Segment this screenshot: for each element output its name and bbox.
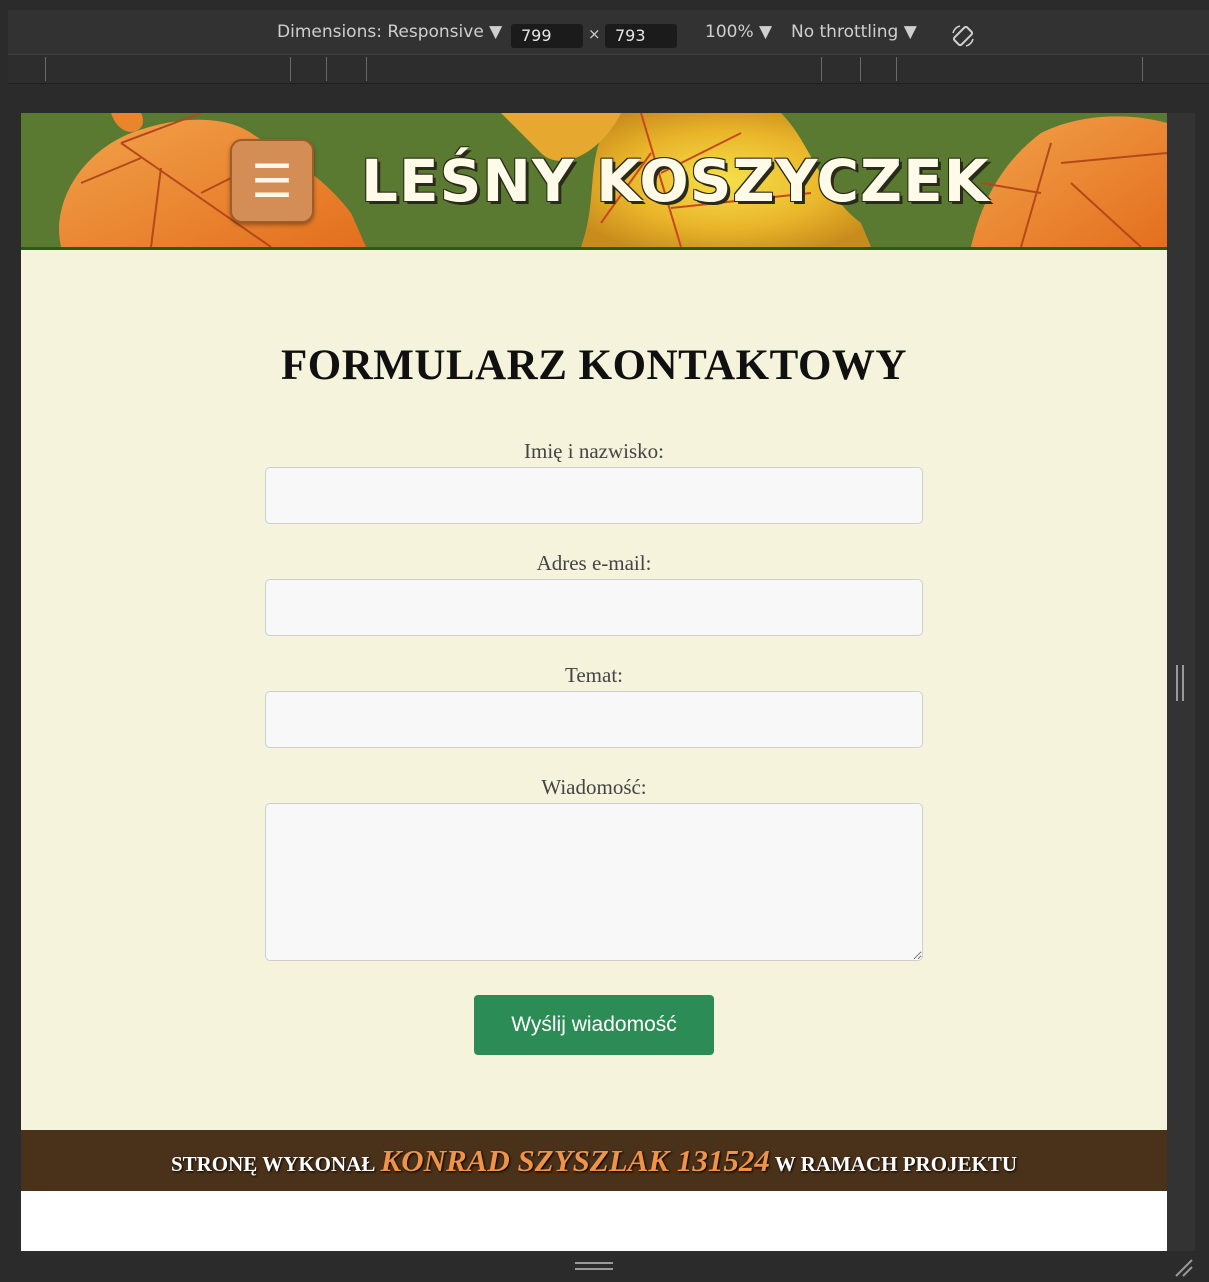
email-input[interactable] <box>265 579 923 636</box>
corner-resize-icon[interactable] <box>1172 1256 1194 1278</box>
throttling-dropdown[interactable]: No throttling ▼ <box>791 22 917 42</box>
submit-button[interactable]: Wyślij wiadomość <box>474 995 714 1055</box>
page-bottom-area <box>21 1191 1167 1251</box>
footer-author: KONRAD SZYSZLAK 131524 <box>380 1143 770 1178</box>
rotate-device-icon[interactable] <box>950 23 976 49</box>
zoom-dropdown[interactable]: 100% ▼ <box>705 22 772 42</box>
dimensions-dropdown[interactable]: Dimensions: Responsive ▼ <box>277 22 502 42</box>
email-label: Adres e-mail: <box>536 551 652 575</box>
message-label: Wiadomość: <box>541 775 647 799</box>
site-logo[interactable]: LEŚNY KOSZYCZEK <box>361 141 990 221</box>
subject-input[interactable] <box>265 691 923 748</box>
site-header: ☰ LEŚNY KOSZYCZEK <box>21 113 1167 250</box>
footer-prefix: STRONĘ WYKONAŁ <box>170 1152 381 1176</box>
devtools-media-ruler <box>8 55 1209 84</box>
message-textarea[interactable] <box>265 803 923 961</box>
hamburger-menu-icon[interactable]: ☰ <box>230 139 314 223</box>
height-resize-handle[interactable] <box>575 1262 613 1272</box>
height-input[interactable]: 793 <box>605 24 677 48</box>
name-input[interactable] <box>265 467 923 524</box>
width-input[interactable]: 799 <box>511 24 583 48</box>
site-footer: STRONĘ WYKONAŁ KONRAD SZYSZLAK 131524 W … <box>21 1130 1167 1191</box>
footer-suffix: W RAMACH PROJEKTU <box>769 1152 1018 1176</box>
subject-label: Temat: <box>564 663 623 687</box>
width-resize-handle[interactable] <box>1176 665 1186 701</box>
dimension-separator: × <box>588 25 601 43</box>
name-label: Imię i nazwisko: <box>524 439 664 463</box>
devtools-toolbar: Dimensions: Responsive ▼ 799 × 793 100% … <box>8 10 1209 55</box>
page-title: FORMULARZ KONTAKTOWY <box>281 342 907 389</box>
page-viewport: ☰ LEŚNY KOSZYCZEK FORMULARZ KONTAKTOWY I… <box>21 113 1167 1251</box>
